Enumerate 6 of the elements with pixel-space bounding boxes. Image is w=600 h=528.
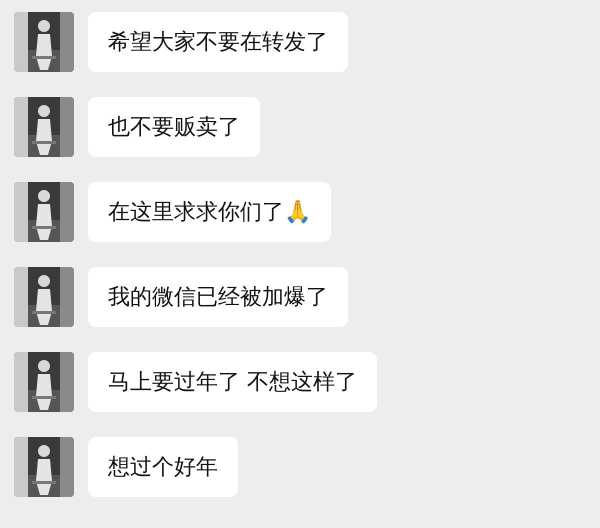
message-text: 在这里求求你们了🙏 (108, 199, 311, 227)
message-text: 希望大家不要在转发了 (108, 29, 328, 57)
message-text: 想过个好年 (108, 454, 218, 482)
message-text: 我的微信已经被加爆了 (108, 284, 328, 312)
message-text: 也不要贩卖了 (108, 114, 240, 142)
message-text: 马上要过年了 不想这样了 (108, 369, 357, 397)
